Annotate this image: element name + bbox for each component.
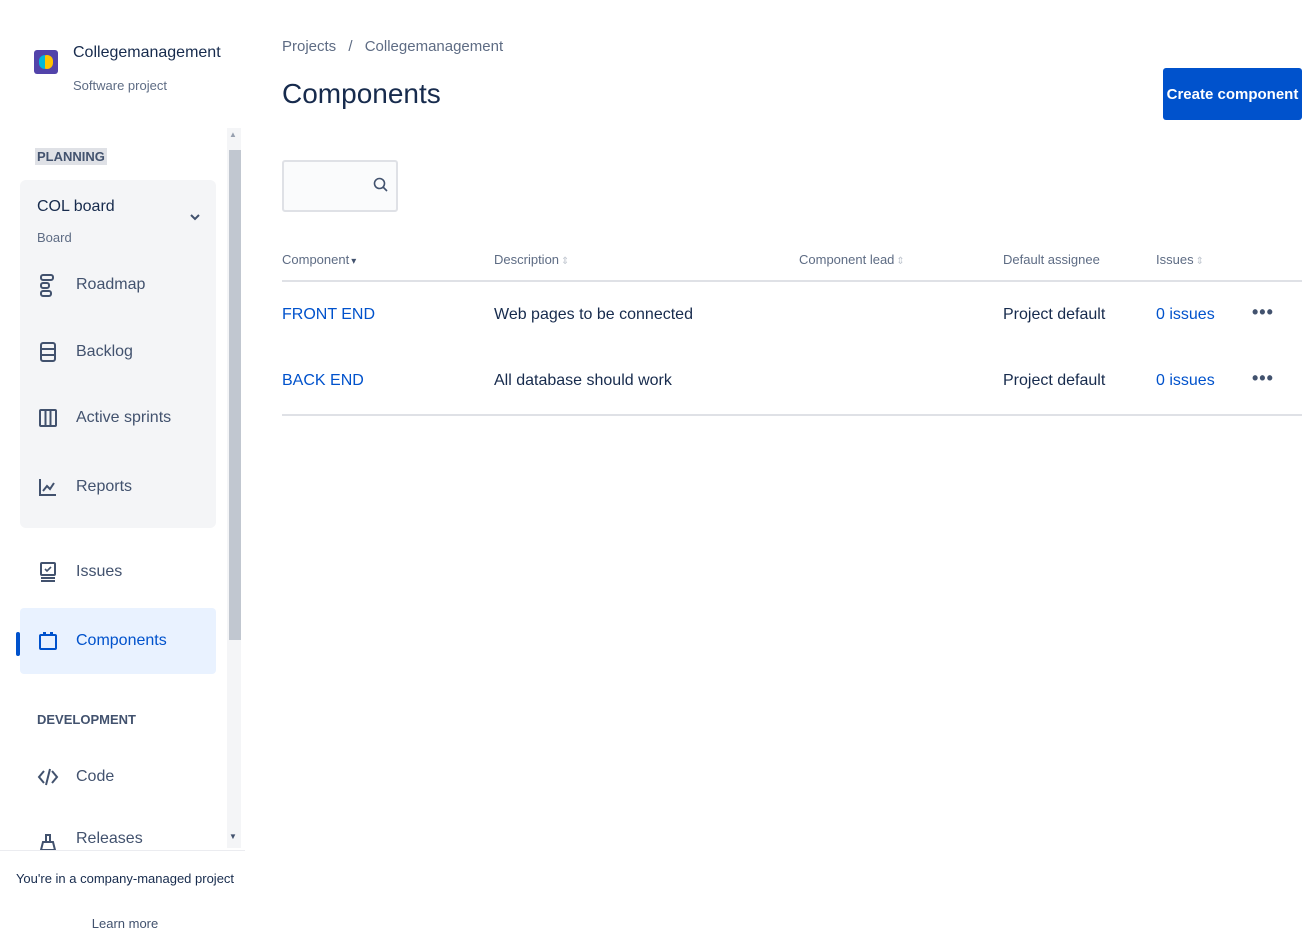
active-sprints-icon — [36, 406, 60, 430]
project-name: Collegemanagement — [73, 44, 221, 61]
project-avatar-icon — [34, 50, 58, 74]
sidebar-item-backlog[interactable]: Backlog — [20, 332, 216, 372]
sort-icon: ⇕ — [896, 256, 905, 267]
sidebar-item-code[interactable]: Code — [20, 757, 216, 797]
table-row: FRONT END Web pages to be connected Proj… — [282, 284, 1302, 350]
component-description: Web pages to be connected — [494, 306, 693, 323]
more-actions-icon[interactable]: ••• — [1252, 302, 1274, 323]
breadcrumb-project[interactable]: Collegemanagement — [365, 38, 503, 55]
default-assignee: Project default — [1003, 306, 1106, 323]
component-description: All database should work — [494, 372, 672, 389]
search-icon[interactable] — [372, 176, 392, 196]
sidebar-footer: You're in a company-managed project Lear… — [0, 850, 245, 945]
learn-more-link[interactable]: Learn more — [0, 916, 250, 931]
sidebar-item-label: Active sprints — [76, 409, 172, 426]
project-type: Software project — [73, 78, 167, 93]
sort-desc-icon: ▾ — [351, 256, 357, 267]
sidebar-item-components[interactable]: Components — [20, 608, 216, 674]
sidebar: Collegemanagement Software project PLANN… — [0, 0, 245, 945]
sidebar-item-releases[interactable]: Releases — [20, 822, 216, 850]
breadcrumb: Projects / Collegemanagement — [282, 38, 503, 55]
page-title: Components — [282, 78, 441, 109]
issues-icon — [36, 560, 60, 584]
more-actions-icon[interactable]: ••• — [1252, 368, 1274, 389]
search-input[interactable] — [290, 168, 370, 204]
board-subtitle: Board — [37, 230, 72, 245]
column-header-default-assignee: Default assignee — [1003, 252, 1100, 267]
sidebar-item-label: Releases — [76, 830, 143, 847]
releases-icon — [36, 830, 60, 850]
section-development: DEVELOPMENT — [37, 712, 136, 727]
column-header-issues[interactable]: Issues ⇕ — [1156, 252, 1204, 267]
sort-icon: ⇕ — [1195, 256, 1204, 267]
sidebar-item-label: Code — [76, 768, 115, 785]
sidebar-scrollbar-thumb[interactable] — [229, 150, 241, 640]
sidebar-item-label: Components — [76, 632, 167, 649]
issues-link[interactable]: 0 issues — [1156, 372, 1215, 390]
roadmap-icon — [36, 273, 60, 297]
board-title[interactable]: COL board — [37, 198, 115, 216]
sidebar-item-roadmap[interactable]: Roadmap — [20, 265, 216, 305]
chevron-down-icon[interactable] — [190, 212, 200, 224]
column-header-label: Component lead — [799, 252, 895, 267]
column-header-label: Default assignee — [1003, 252, 1100, 267]
column-header-description[interactable]: Description ⇕ — [494, 252, 569, 267]
sidebar-item-reports[interactable]: Reports — [20, 467, 216, 507]
footer-text: You're in a company-managed project — [15, 871, 235, 886]
project-header[interactable]: Collegemanagement Software project — [30, 40, 230, 100]
backlog-icon — [36, 340, 60, 364]
create-component-button[interactable]: Create component — [1163, 68, 1302, 120]
sidebar-item-label: Roadmap — [76, 276, 146, 293]
section-planning: PLANNING — [35, 148, 107, 165]
breadcrumb-projects[interactable]: Projects — [282, 38, 336, 55]
components-icon — [36, 629, 60, 653]
column-header-label: Issues — [1156, 252, 1194, 267]
reports-icon — [36, 475, 60, 499]
component-link[interactable]: FRONT END — [282, 306, 375, 324]
column-header-component[interactable]: Component ▾ — [282, 252, 356, 267]
breadcrumb-separator: / — [348, 38, 353, 55]
sidebar-item-issues[interactable]: Issues — [20, 552, 216, 592]
sidebar-panel: Collegemanagement Software project PLANN… — [0, 0, 245, 945]
column-header-component-lead[interactable]: Component lead ⇕ — [799, 252, 905, 267]
scroll-down-icon[interactable]: ▼ — [229, 832, 237, 841]
sort-icon: ⇕ — [561, 256, 570, 267]
column-header-label: Description — [494, 252, 560, 267]
sidebar-item-label: Reports — [76, 478, 133, 495]
issues-link[interactable]: 0 issues — [1156, 306, 1215, 324]
code-icon — [36, 765, 60, 789]
column-header-label: Component — [282, 252, 350, 267]
table-bottom-divider — [282, 414, 1302, 416]
sidebar-item-label: Backlog — [76, 343, 133, 360]
search-box[interactable] — [282, 160, 398, 212]
sidebar-item-label: Issues — [76, 563, 123, 580]
table-header-divider — [282, 280, 1302, 282]
scroll-up-icon[interactable]: ▲ — [229, 130, 237, 139]
default-assignee: Project default — [1003, 372, 1106, 389]
table-row: BACK END All database should work Projec… — [282, 350, 1302, 416]
component-link[interactable]: BACK END — [282, 372, 364, 390]
sidebar-item-active-sprints[interactable]: Active sprints — [20, 398, 216, 438]
